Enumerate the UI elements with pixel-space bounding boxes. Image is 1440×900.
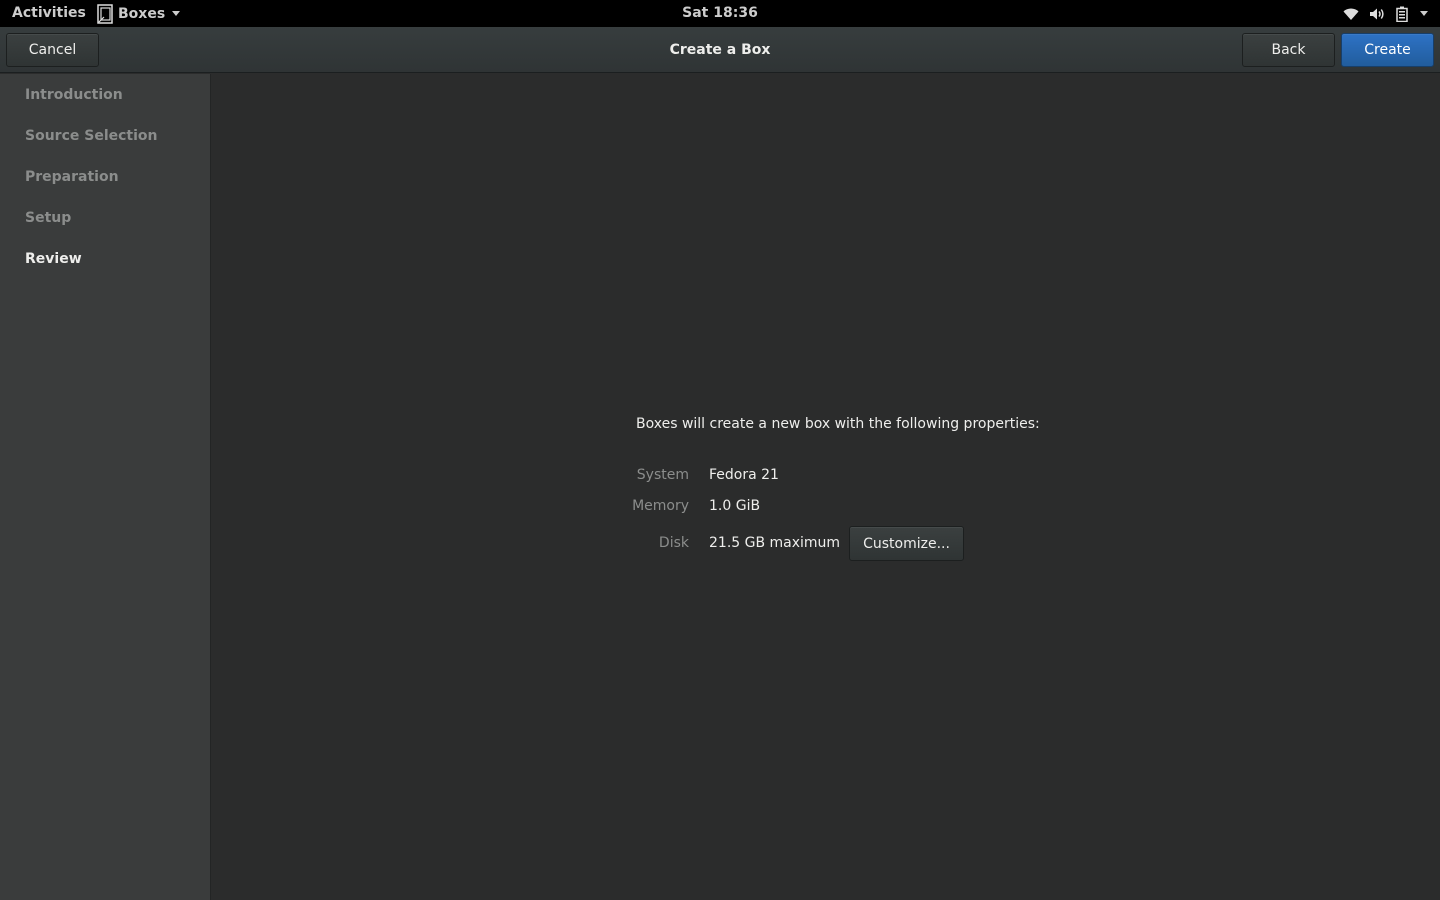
sidebar-item-preparation: Preparation (25, 169, 119, 185)
property-label-disk: Disk (658, 535, 689, 551)
app-menu-label: Boxes (118, 5, 166, 22)
window-title: Create a Box (669, 42, 771, 58)
sidebar-item-introduction: Introduction (25, 87, 123, 103)
create-button[interactable]: Create (1341, 33, 1434, 67)
sidebar-item-review: Review (25, 251, 82, 267)
sidebar-item-source-selection: Source Selection (25, 128, 158, 144)
volume-icon (1370, 8, 1384, 19)
app-menu[interactable]: Boxes (96, 0, 181, 27)
battery-icon (1396, 6, 1408, 22)
property-value-disk: 21.5 GB maximum (709, 535, 841, 551)
back-button[interactable]: Back (1242, 33, 1335, 67)
top-bar: Activities Boxes Sat 18:36 (0, 0, 1440, 27)
sidebar-item-setup: Setup (25, 210, 72, 226)
property-value-memory: 1.0 GiB (709, 498, 761, 514)
header-bar: Cancel Create a Box Back Create (0, 27, 1440, 73)
clock[interactable]: Sat 18:36 (682, 5, 758, 21)
chevron-down-icon (1420, 11, 1428, 16)
wifi-icon (1343, 8, 1359, 20)
review-intro-text: Boxes will create a new box with the fol… (636, 416, 1040, 432)
system-tray[interactable] (1343, 0, 1428, 27)
wizard-sidebar: Introduction Source Selection Preparatio… (0, 74, 211, 900)
property-value-system: Fedora 21 (709, 467, 779, 483)
property-label-memory: Memory (632, 498, 689, 514)
review-page (212, 74, 1440, 900)
cancel-button[interactable]: Cancel (6, 33, 99, 67)
property-label-system: System (636, 467, 689, 483)
dropdown-arrow-icon (172, 11, 181, 16)
customize-button[interactable]: Customize... (849, 526, 964, 561)
activities-button[interactable]: Activities (12, 5, 86, 21)
boxes-app-icon (97, 3, 113, 24)
